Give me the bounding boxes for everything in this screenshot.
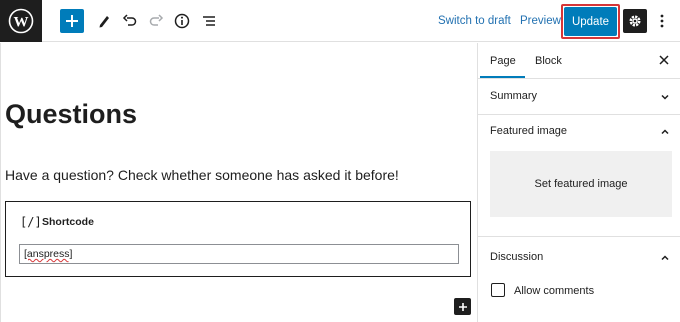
- redo-button[interactable]: [144, 9, 168, 33]
- set-featured-image-button[interactable]: Set featured image: [490, 151, 672, 217]
- allow-comments-checkbox[interactable]: [491, 283, 505, 297]
- sidebar-tabs: Page Block: [478, 43, 680, 79]
- active-tab-indicator: [480, 76, 525, 78]
- plus-icon: [66, 15, 78, 27]
- editor-divider: [0, 43, 1, 322]
- shortcode-block[interactable]: [/] Shortcode [anspress]: [5, 201, 471, 277]
- tab-block[interactable]: Block: [535, 55, 562, 67]
- paragraph-block[interactable]: Have a question? Check whether someone h…: [5, 167, 399, 183]
- editor-top-toolbar: W Switch to draft Preview Update: [0, 0, 680, 42]
- info-icon: [174, 13, 190, 29]
- chevron-down-icon: [661, 94, 669, 100]
- redo-icon: [149, 14, 164, 26]
- block-inserter-button[interactable]: [454, 298, 471, 315]
- featured-image-panel-title[interactable]: Featured image: [490, 125, 567, 137]
- shortcode-icon: [/]: [20, 215, 42, 229]
- more-vertical-icon: [660, 14, 664, 28]
- update-button[interactable]: Update: [564, 7, 617, 36]
- tab-page[interactable]: Page: [490, 55, 516, 67]
- pencil-icon: [99, 16, 109, 28]
- options-button[interactable]: [652, 9, 672, 33]
- shortcode-label: Shortcode: [42, 216, 94, 228]
- chevron-up-icon[interactable]: [660, 253, 670, 263]
- list-view-icon: [203, 16, 215, 26]
- details-button[interactable]: [170, 9, 194, 33]
- gear-icon: [629, 15, 641, 27]
- summary-panel-title: Summary: [490, 90, 538, 102]
- switch-to-draft-button[interactable]: Switch to draft: [438, 15, 511, 27]
- close-icon[interactable]: [658, 54, 670, 66]
- undo-icon: [122, 14, 137, 26]
- list-view-button[interactable]: [197, 9, 221, 33]
- svg-text:W: W: [14, 15, 29, 31]
- summary-panel[interactable]: Summary: [478, 79, 680, 115]
- allow-comments-label[interactable]: Allow comments: [514, 285, 594, 297]
- shortcode-input[interactable]: [anspress]: [19, 244, 459, 264]
- tools-button[interactable]: [92, 9, 116, 33]
- settings-button[interactable]: [623, 9, 647, 33]
- chevron-up-icon[interactable]: [660, 127, 670, 137]
- discussion-panel-title[interactable]: Discussion: [490, 251, 543, 263]
- preview-button[interactable]: Preview: [520, 15, 561, 27]
- plus-icon: [458, 302, 467, 311]
- discussion-panel: Discussion: [478, 237, 680, 322]
- post-title[interactable]: Questions: [5, 99, 137, 130]
- settings-sidebar: Page Block Summary Featured image Set fe…: [477, 43, 680, 322]
- undo-button[interactable]: [118, 9, 142, 33]
- shortcode-value: [anspress]: [24, 248, 73, 260]
- add-block-button[interactable]: [60, 9, 84, 33]
- wordpress-logo-icon[interactable]: W: [0, 0, 42, 42]
